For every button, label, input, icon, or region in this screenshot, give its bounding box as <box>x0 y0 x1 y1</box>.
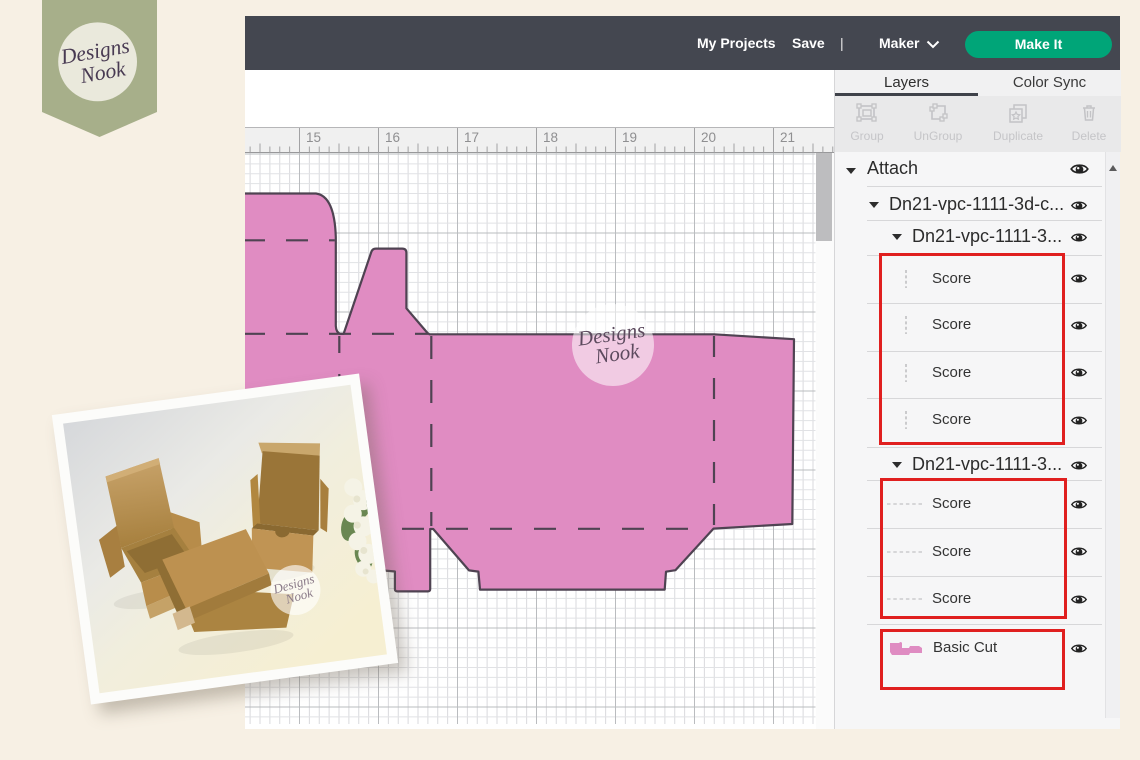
svg-text:16: 16 <box>385 130 400 145</box>
svg-text:20: 20 <box>701 130 716 145</box>
svg-text:18: 18 <box>543 130 558 145</box>
svg-text:21: 21 <box>780 130 795 145</box>
svg-text:19: 19 <box>622 130 637 145</box>
svg-text:17: 17 <box>464 130 479 145</box>
svg-text:15: 15 <box>306 130 321 145</box>
